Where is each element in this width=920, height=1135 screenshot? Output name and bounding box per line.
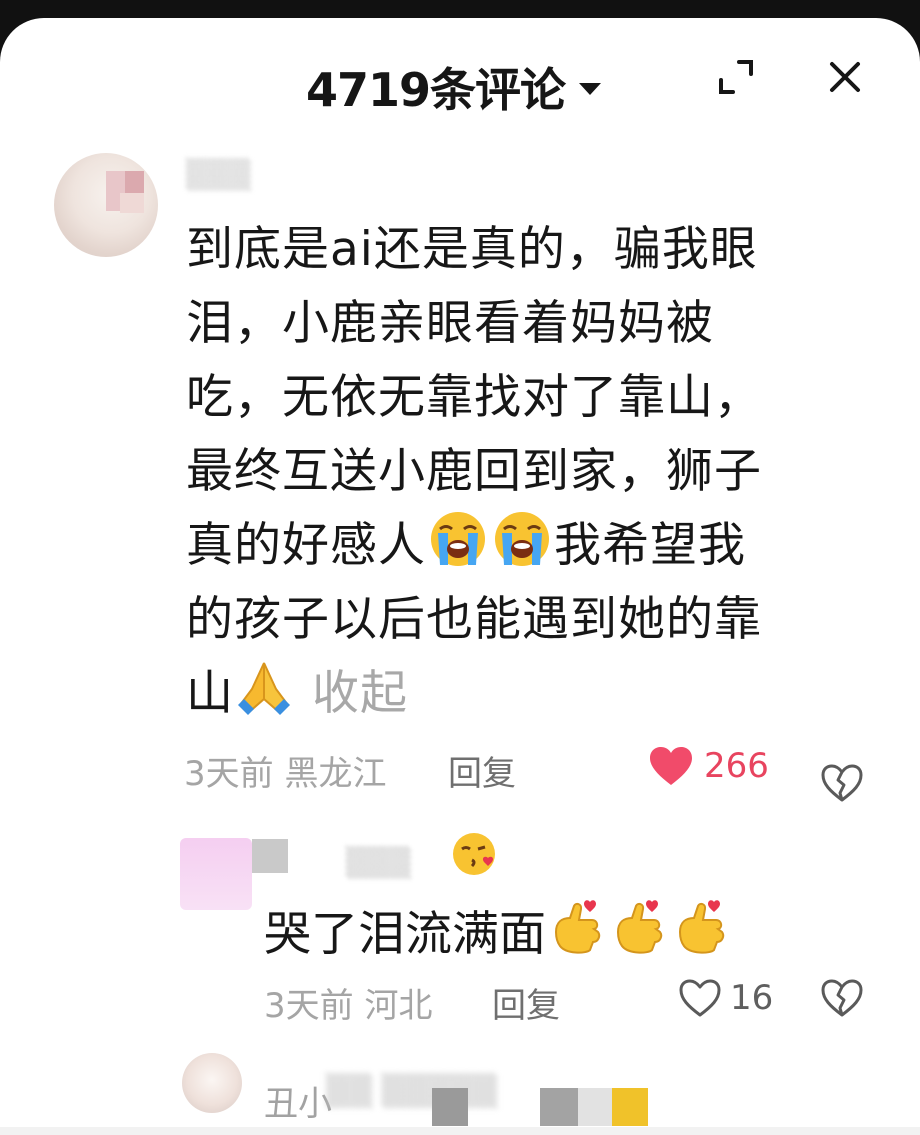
reply-button[interactable]: 回复 — [448, 746, 516, 795]
like-count: 16 — [730, 978, 774, 1018]
finger-heart-icon — [678, 900, 725, 954]
username-obscured[interactable]: ▒▒▒ — [186, 158, 251, 191]
comment-line: 泪，小鹿亲眼看着妈妈被 — [186, 296, 714, 351]
avatar[interactable] — [182, 1053, 242, 1113]
comments-count-title[interactable]: 4719条评论 — [306, 52, 602, 122]
mosaic-block — [612, 1088, 648, 1126]
collapse-link[interactable]: 收起 — [312, 666, 408, 721]
mosaic-block — [432, 1088, 468, 1126]
folded-hands-icon — [238, 662, 290, 715]
loudly-crying-face-icon — [495, 512, 549, 566]
divider — [0, 1127, 920, 1135]
comment-line: 真的好感人 — [186, 518, 426, 573]
username-partial[interactable]: 丑小 — [264, 1076, 332, 1125]
finger-heart-icon — [554, 900, 601, 954]
avatar-mosaic — [252, 839, 288, 873]
loudly-crying-face-icon — [431, 512, 485, 566]
comment-line: 我希望我 — [554, 518, 746, 573]
comment-line: 到底是ai还是真的，骗我眼 — [186, 222, 758, 277]
comment-line: 最终互送小鹿回到家，狮子 — [186, 444, 762, 499]
chevron-down-icon[interactable] — [579, 83, 602, 95]
like-count: 266 — [704, 746, 769, 786]
comment-text: 到底是ai还是真的，骗我眼 泪，小鹿亲眼看着妈妈被 吃，无依无靠找对了靠山， 最… — [186, 213, 876, 731]
reply-meta: 3天前 河北 — [264, 986, 433, 1026]
broken-heart-icon[interactable] — [820, 978, 864, 1018]
username-obscured: ▒▒ ▒▒▒▒▒ — [326, 1074, 498, 1109]
reply-text: 哭了泪流满面 — [264, 896, 732, 970]
comments-count-label: 4719条评论 — [306, 63, 566, 117]
heart-filled-icon[interactable] — [648, 745, 694, 787]
broken-heart-icon[interactable] — [820, 763, 864, 803]
avatar[interactable] — [54, 153, 158, 257]
heart-outline-icon[interactable] — [678, 978, 722, 1018]
mosaic-block — [540, 1088, 578, 1126]
reply-text-content: 哭了泪流满面 — [264, 907, 546, 962]
expand-icon[interactable] — [717, 58, 755, 96]
comment-line: 山 — [186, 666, 234, 721]
comment-line: 吃，无依无靠找对了靠山， — [186, 370, 762, 425]
finger-heart-icon — [616, 900, 663, 954]
avatar-mosaic — [120, 193, 144, 213]
face-blowing-kiss-icon — [453, 833, 495, 875]
username-obscured[interactable]: ▒▒▒ — [346, 846, 411, 879]
comment-line: 的孩子以后也能遇到她的靠 — [186, 592, 762, 647]
reply-avatar[interactable] — [180, 838, 252, 910]
comment-meta: 3天前 黑龙江 — [184, 754, 387, 794]
close-icon[interactable] — [826, 58, 864, 96]
mosaic-block — [578, 1088, 612, 1126]
reply-button[interactable]: 回复 — [492, 978, 560, 1027]
comments-sheet: 4719条评论 ▒▒▒ 到底是ai还是真的，骗我眼 泪，小鹿亲眼看着妈妈被 吃，… — [0, 18, 920, 1135]
